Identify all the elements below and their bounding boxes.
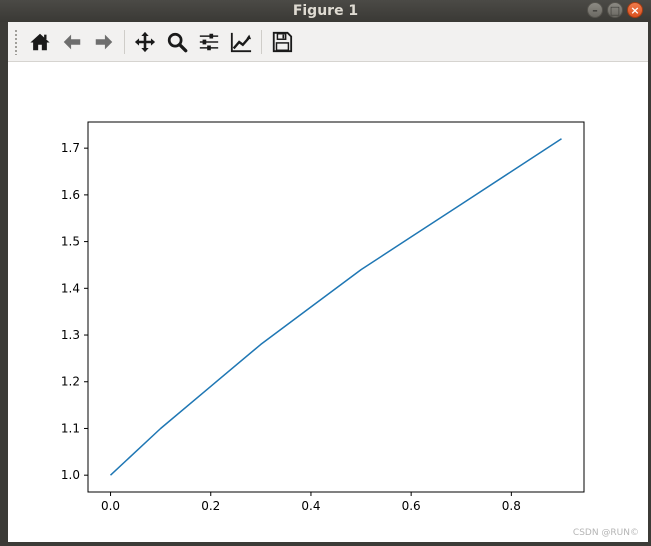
subplots-button[interactable] [193, 26, 225, 58]
line-chart: 0.0 0.2 0.4 0.6 0.8 1.0 1.1 1.2 1.3 1.4 1.5 1.6 1.7 [61, 121, 585, 513]
y-tick-label: 1.3 [61, 328, 80, 342]
minimize-button[interactable]: – [587, 2, 603, 18]
edit-curves-button[interactable] [225, 26, 257, 58]
zoom-magnifier-icon [167, 32, 188, 52]
save-button[interactable] [266, 26, 298, 58]
x-tick-label: 0.8 [502, 499, 521, 513]
figure-canvas[interactable]: 0.0 0.2 0.4 0.6 0.8 1.0 1.1 1.2 1.3 1.4 1.5 1.6 1.7 [8, 62, 648, 542]
minimize-icon: – [592, 3, 598, 17]
x-tick-label: 0.0 [101, 499, 120, 513]
close-icon: × [630, 3, 640, 17]
configure-subplots-icon [199, 33, 219, 50]
home-button[interactable] [24, 26, 56, 58]
toolbar-separator [124, 29, 125, 54]
forward-button[interactable] [88, 26, 120, 58]
plot-axes-frame [87, 121, 585, 493]
pan-button[interactable] [129, 26, 161, 58]
watermark-text: CSDN @RUN© [572, 528, 639, 538]
x-tick-label: 0.4 [301, 499, 320, 513]
back-button[interactable] [56, 26, 88, 58]
figure-window: Figure 1 – □ × 0.0 0.2 0.4 0.6 0.8 1.0 1… [0, 0, 651, 546]
y-tick-label: 1.7 [61, 141, 80, 155]
forward-arrow-icon [95, 34, 113, 49]
y-tick-label: 1.1 [61, 421, 80, 435]
toolbar-grip-handle[interactable] [14, 28, 18, 55]
desktop-background-edge [0, 0, 8, 546]
pan-move-icon [134, 31, 156, 52]
close-button[interactable]: × [627, 2, 643, 18]
maximize-button[interactable]: □ [607, 2, 623, 18]
edit-axis-curves-icon [230, 32, 252, 52]
maximize-icon: □ [609, 3, 621, 17]
y-tick-label: 1.4 [61, 281, 80, 295]
back-arrow-icon [63, 34, 81, 49]
window-titlebar[interactable]: Figure 1 – □ × [0, 0, 651, 22]
x-tick-label: 0.2 [201, 499, 220, 513]
y-tick-label: 1.2 [61, 375, 80, 389]
save-floppy-icon [272, 31, 293, 52]
y-tick-label: 1.0 [61, 468, 80, 482]
zoom-button[interactable] [161, 26, 193, 58]
window-border-bottom [0, 542, 651, 546]
toolbar-separator [261, 29, 262, 54]
navigation-toolbar [8, 22, 648, 62]
window-title: Figure 1 [292, 3, 359, 19]
window-controls: – □ × [587, 2, 643, 18]
x-tick-label: 0.6 [402, 499, 421, 513]
y-tick-label: 1.6 [61, 188, 80, 202]
home-icon [30, 33, 50, 50]
y-tick-label: 1.5 [61, 235, 80, 249]
